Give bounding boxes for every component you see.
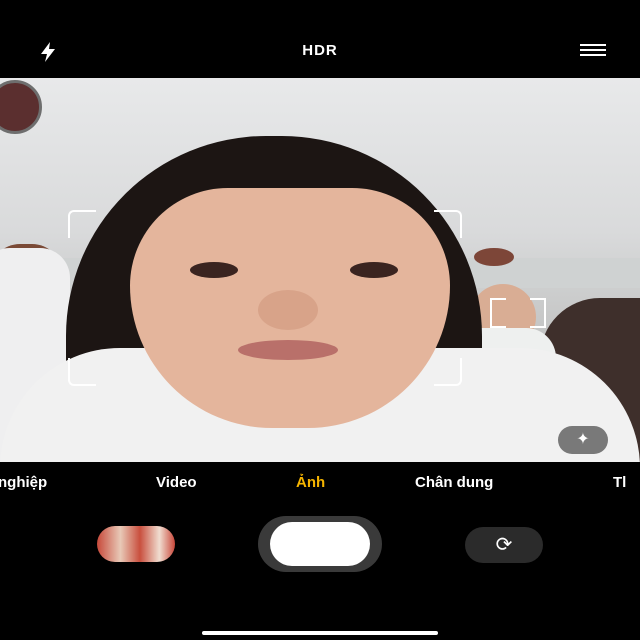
hdr-toggle[interactable]: HDR bbox=[0, 42, 640, 59]
top-bar: HDR bbox=[0, 0, 640, 78]
face-frame-corner-br bbox=[434, 358, 462, 386]
gallery-thumbnail[interactable] bbox=[97, 526, 175, 562]
sparkle-icon: ✦ bbox=[576, 431, 590, 448]
camera-viewfinder[interactable]: ✦ bbox=[0, 78, 640, 462]
camera-switch-button[interactable]: ⟳ bbox=[465, 527, 543, 563]
face2-frame-corner-bl bbox=[490, 312, 506, 328]
shutter-button[interactable] bbox=[270, 522, 370, 566]
subject-right-eye bbox=[350, 262, 398, 278]
face-frame-corner-bl bbox=[68, 358, 96, 386]
menu-icon[interactable] bbox=[580, 44, 606, 60]
mode-video[interactable]: Video bbox=[156, 474, 197, 491]
mode-selector[interactable]: nghiệp Video Ảnh Chân dung Tl bbox=[0, 462, 640, 502]
subject-mouth bbox=[238, 340, 338, 360]
camera-switch-icon: ⟳ bbox=[495, 534, 513, 556]
ceiling-fan bbox=[0, 80, 42, 134]
mode-portrait[interactable]: Chân dung bbox=[415, 474, 493, 491]
subject-nose bbox=[258, 290, 318, 330]
face2-frame-corner-br bbox=[530, 312, 546, 328]
subject-left-eye bbox=[190, 262, 238, 278]
scene-detect-button[interactable]: ✦ bbox=[558, 426, 608, 454]
mode-pro[interactable]: nghiệp bbox=[0, 474, 47, 491]
mode-next[interactable]: Tl bbox=[613, 474, 626, 491]
home-indicator[interactable] bbox=[202, 631, 438, 635]
ceiling-fan-right bbox=[474, 248, 514, 266]
face-frame-corner-tr bbox=[434, 210, 462, 238]
face-frame-corner-tl bbox=[68, 210, 96, 238]
mode-photo[interactable]: Ảnh bbox=[296, 474, 325, 491]
